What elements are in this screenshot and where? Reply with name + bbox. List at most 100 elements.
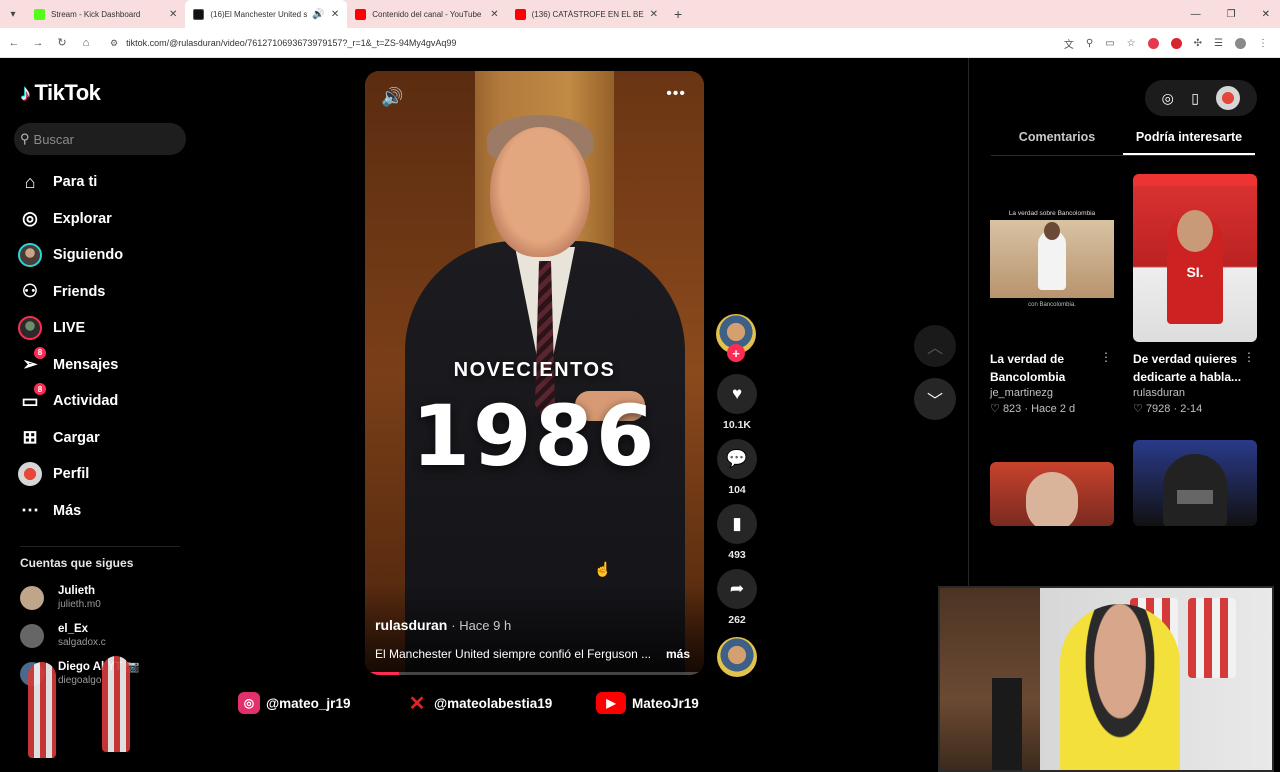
card-user[interactable]: rulasduran: [1133, 387, 1257, 399]
video-author[interactable]: rulasduran: [375, 617, 447, 633]
nav-item-siguiendo[interactable]: Siguiendo: [16, 237, 196, 274]
video-description: El Manchester United siempre confió el F…: [375, 647, 652, 661]
search-input[interactable]: [33, 131, 174, 147]
youtube-favicon-icon: [355, 8, 367, 20]
volume-icon[interactable]: 🔊: [381, 87, 403, 108]
heart-outline-icon: ♡: [1133, 403, 1143, 415]
account-name: el_Ex: [58, 623, 89, 635]
forward-icon[interactable]: →: [26, 37, 50, 49]
cast-icon[interactable]: ▭: [1105, 38, 1114, 49]
close-tab-icon[interactable]: ✕: [331, 9, 339, 20]
video-progress-fill: [365, 672, 399, 675]
explore-compass-icon[interactable]: ◎: [1162, 90, 1174, 107]
next-video-button[interactable]: ﹀: [914, 378, 956, 420]
card-user[interactable]: je_martinezg: [990, 387, 1114, 399]
browser-tab-active[interactable]: (16)El Manchester United s 🔊 ✕: [185, 0, 348, 28]
recommended-card[interactable]: [1133, 440, 1257, 526]
comment-action[interactable]: 💬 104: [717, 439, 757, 496]
separator: ·: [1173, 403, 1178, 415]
recommended-card[interactable]: [990, 462, 1114, 526]
close-tab-icon[interactable]: ✕: [490, 9, 498, 20]
tab-search-icon[interactable]: ▾: [0, 0, 26, 28]
browser-tab[interactable]: Contenido del canal - YouTube ✕: [347, 0, 506, 28]
extensions-puzzle-icon[interactable]: ✣: [1194, 38, 1202, 49]
profile-avatar[interactable]: [1216, 86, 1241, 110]
extension-icon[interactable]: [1170, 37, 1182, 49]
browser-tab[interactable]: Stream - Kick Dashboard ✕: [26, 0, 185, 28]
back-icon[interactable]: ←: [2, 37, 26, 49]
like-action[interactable]: ♥ 10.1K: [717, 374, 757, 431]
social-youtube: ▶ MateoJr19: [596, 692, 699, 714]
search-box[interactable]: ⚲: [14, 123, 186, 155]
nav-item-cargar[interactable]: ⊞ Cargar: [16, 420, 196, 457]
maximize-icon[interactable]: ❐: [1227, 9, 1236, 20]
friends-icon: ⚇: [21, 281, 39, 302]
bookmark-star-icon[interactable]: ☆: [1127, 38, 1136, 49]
home-browser-icon[interactable]: ⌂: [74, 37, 98, 49]
new-tab-icon[interactable]: +: [674, 6, 682, 22]
nav-item-perfil[interactable]: Perfil: [16, 456, 196, 493]
webcam-overlay: [938, 586, 1274, 772]
browser-tab[interactable]: (136) CATÁSTROFE EN EL BERN ✕: [507, 0, 666, 28]
comment-icon[interactable]: 💬: [717, 439, 757, 479]
tab-podria-interesarte[interactable]: Podría interesarte: [1123, 128, 1255, 155]
nav-item-actividad[interactable]: ▭ 8 Actividad: [16, 383, 196, 420]
like-count: 10.1K: [722, 419, 752, 431]
recommended-card[interactable]: SI. De verdad quieres dedicarte a habla.…: [1133, 174, 1257, 415]
device-icon[interactable]: ▯: [1191, 90, 1199, 107]
heart-outline-icon: ♡: [990, 403, 1000, 415]
browser-menu-icon[interactable]: ⋮: [1258, 38, 1268, 49]
close-tab-icon[interactable]: ✕: [650, 9, 658, 20]
share-action[interactable]: ➦ 262: [717, 569, 757, 626]
card-thumbnail[interactable]: SI.: [1133, 174, 1257, 342]
nav-item-explorar[interactable]: ◎ Explorar: [16, 201, 196, 238]
nav-item-mensajes[interactable]: ➢ 8 Mensajes: [16, 346, 196, 384]
video-progress-bar[interactable]: [365, 672, 704, 675]
author-avatar[interactable]: +: [716, 314, 756, 362]
recommended-card[interactable]: La verdad sobre Bancolombia con Bancolom…: [990, 174, 1114, 415]
following-account[interactable]: Julieth julieth.m0: [20, 581, 190, 615]
card-thumbnail[interactable]: La verdad sobre Bancolombia con Bancolom…: [990, 174, 1114, 342]
card-more-icon[interactable]: ⋮: [1100, 350, 1112, 364]
card-more-icon[interactable]: ⋮: [1243, 350, 1255, 364]
profile-icon[interactable]: [1235, 37, 1246, 49]
video-more-link[interactable]: más: [666, 647, 690, 661]
music-disc-icon[interactable]: [717, 637, 757, 677]
close-window-icon[interactable]: ✕: [1262, 9, 1270, 20]
extension-icon[interactable]: [1147, 37, 1159, 49]
close-tab-icon[interactable]: ✕: [169, 9, 177, 20]
heart-icon[interactable]: ♥: [717, 374, 757, 414]
video-player[interactable]: 🔊 ••• NOVECIENTOS 1986 rulasduran · Hace…: [365, 71, 704, 675]
site-info-icon[interactable]: ⚙: [110, 38, 118, 49]
social-handle: @mateolabestia19: [434, 695, 553, 711]
more-options-icon[interactable]: •••: [666, 85, 686, 103]
nav-item-mas[interactable]: ⋯ Más: [16, 493, 196, 530]
speaker-icon[interactable]: 🔊: [312, 9, 324, 20]
card-thumbnail[interactable]: [1133, 440, 1257, 526]
tab-comentarios[interactable]: Comentarios: [991, 128, 1123, 155]
home-icon: ⌂: [24, 171, 36, 192]
nav-label: Siguiendo: [53, 247, 124, 264]
follow-plus-icon[interactable]: +: [727, 344, 745, 362]
send-icon: ➢ 8: [16, 346, 46, 377]
nav-item-friends[interactable]: ⚇ Friends: [16, 274, 196, 311]
previous-video-button[interactable]: ︿: [914, 325, 956, 367]
tiktok-logo[interactable]: ♪ TikTok: [20, 80, 101, 106]
share-icon[interactable]: ➦: [717, 569, 757, 609]
nav-item-live[interactable]: LIVE: [16, 310, 196, 347]
reload-icon[interactable]: ↻: [50, 36, 74, 49]
translate-icon[interactable]: 文: [1064, 36, 1074, 51]
bookmark-icon[interactable]: ▮: [717, 504, 757, 544]
save-action[interactable]: ▮ 493: [717, 504, 757, 561]
notification-badge: 8: [34, 383, 46, 396]
card-thumbnail[interactable]: [990, 462, 1114, 526]
following-account[interactable]: el_Ex salgadox.c: [20, 619, 190, 653]
chevron-down-icon: ﹀: [926, 393, 943, 410]
zoom-icon[interactable]: ⚲: [1086, 38, 1093, 49]
youtube-favicon-icon: [514, 8, 526, 20]
url-field[interactable]: ⚙ tiktok.com/@rulasduran/video/761271069…: [104, 32, 1024, 54]
nav-item-para-ti[interactable]: ⌂ Para ti: [16, 164, 196, 201]
media-controls-icon[interactable]: ☰: [1214, 38, 1223, 49]
minimize-icon[interactable]: —: [1191, 9, 1201, 20]
following-heading: Cuentas que sigues: [20, 556, 134, 570]
